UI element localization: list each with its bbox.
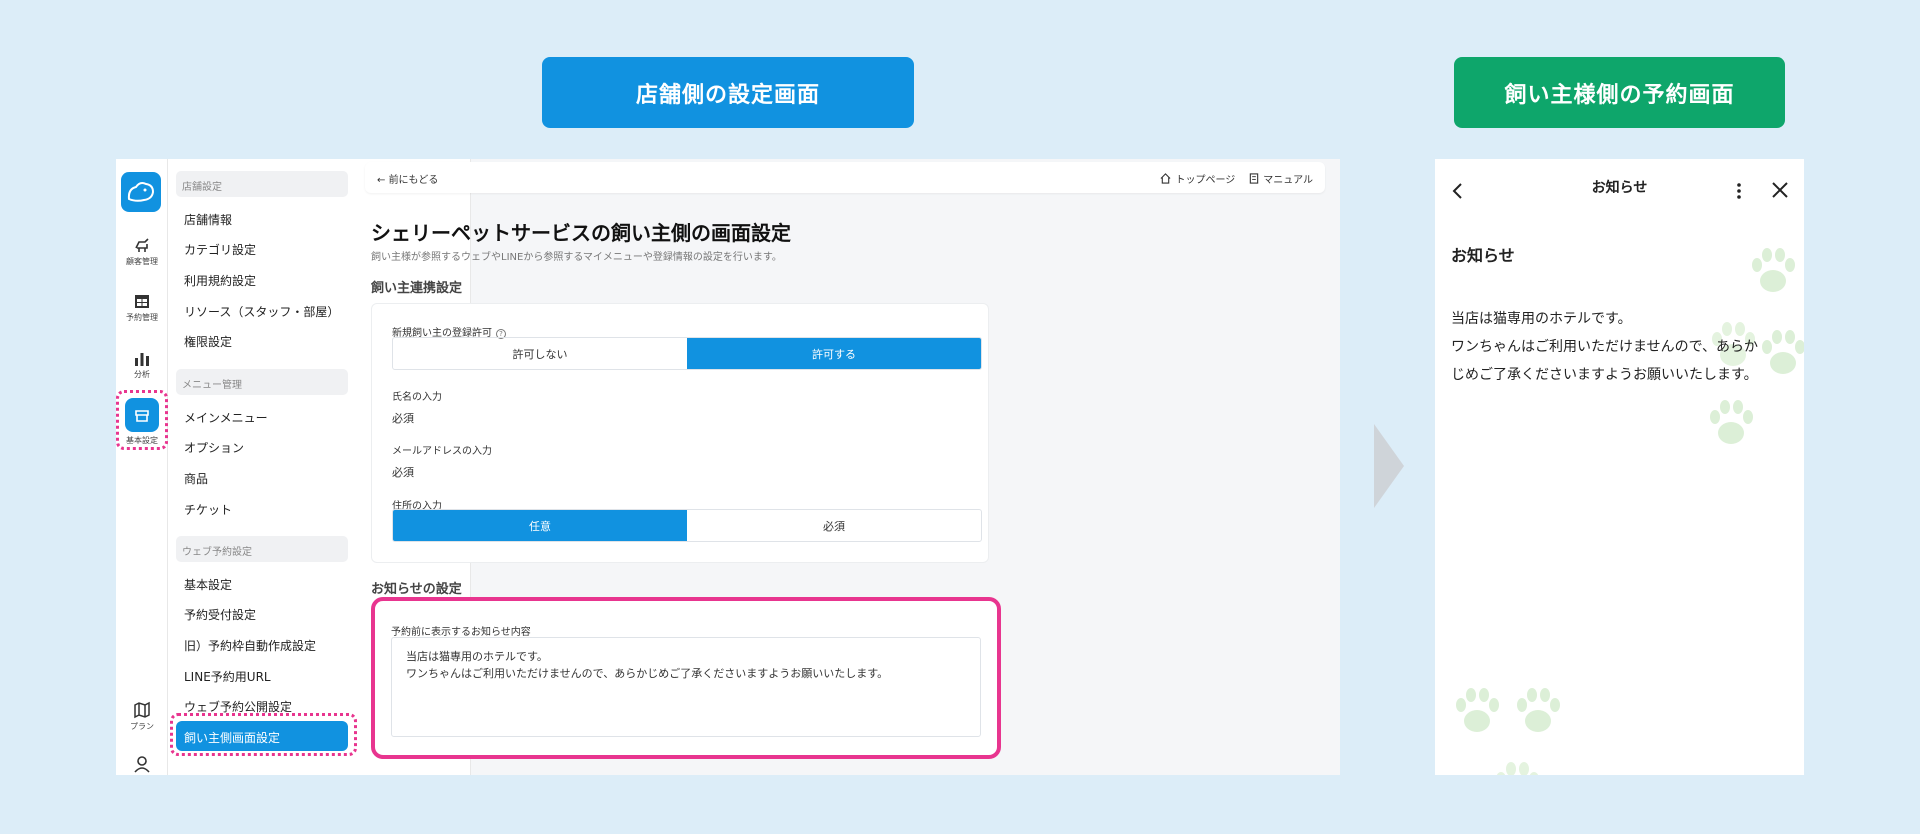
option-disallow[interactable]: 許可しない xyxy=(393,338,687,369)
top-bar: ← 前にもどる トップページ マニュアル xyxy=(365,162,1325,193)
nav-label: プラン xyxy=(130,722,154,731)
menu-item-options[interactable]: オプション xyxy=(184,439,244,456)
nav-label: 顧客管理 xyxy=(126,257,158,266)
menu-section-web-booking: ウェブ予約設定 xyxy=(176,536,348,562)
nav-reservation-management[interactable]: 予約管理 xyxy=(116,292,168,323)
menu-item-basic[interactable]: 基本設定 xyxy=(184,576,232,593)
calendar-icon xyxy=(135,295,149,308)
notice-label: 予約前に表示するお知らせ内容 xyxy=(391,627,531,638)
manual-icon xyxy=(1250,173,1259,184)
back-label: 前にもどる xyxy=(388,175,439,186)
admin-screen: 顧客管理 予約管理 分析 基本設定 プラン 店舗設定 店舗情報 カテゴリ設定 利… xyxy=(116,159,1340,775)
menu-item-store-info[interactable]: 店舗情報 xyxy=(184,211,232,228)
email-label: メールアドレスの入力 xyxy=(392,446,492,457)
paw-icon xyxy=(1752,248,1795,292)
top-page-label: トップページ xyxy=(1175,175,1236,186)
email-value: 必須 xyxy=(392,466,414,479)
menu-item-main-menu[interactable]: メインメニュー xyxy=(184,409,268,426)
paw-icon xyxy=(1517,688,1560,732)
linkage-settings-card: 新規飼い主の登録許可? 許可しない 許可する 氏名の入力 必須 メールアドレスの… xyxy=(371,303,989,563)
page-title: シェリーペットサービスの飼い主側の画面設定 xyxy=(371,221,791,245)
more-vertical-icon[interactable] xyxy=(1735,181,1743,201)
owner-phone-screen: お知らせ お知らせ 当店は猫専用のホテルです。 ワンちゃんはご利用いただけません… xyxy=(1435,159,1804,775)
menu-item-terms[interactable]: 利用規約設定 xyxy=(184,272,256,289)
back-link[interactable]: ← 前にもどる xyxy=(377,171,438,186)
name-value: 必須 xyxy=(392,412,414,425)
menu-item-line-url[interactable]: LINE予約用URL xyxy=(184,668,271,685)
phone-notice-body: 当店は猫専用のホテルです。 ワンちゃんはご利用いただけませんので、あらか じめご… xyxy=(1451,305,1781,389)
notice-settings-card: 予約前に表示するお知らせ内容 当店は猫専用のホテルです。 ワンちゃんはご利用いた… xyxy=(371,597,1001,759)
menu-section-menus: メニュー管理 xyxy=(176,369,348,395)
owner-booking-banner: 飼い主様側の予約画面 xyxy=(1454,57,1785,128)
notice-text-line: 当店は猫専用のホテルです。 xyxy=(406,650,548,663)
phone-notice-heading: お知らせ xyxy=(1451,246,1515,265)
icon-sidebar: 顧客管理 予約管理 分析 基本設定 プラン xyxy=(116,159,168,775)
home-icon xyxy=(1161,173,1171,184)
notice-text-line: じめご了承くださいますようお願いいたします。 xyxy=(1451,367,1758,383)
main-content: ← 前にもどる トップページ マニュアル シェリーペットサービスの飼い主側の画面… xyxy=(361,159,1340,775)
menu-item-products[interactable]: 商品 xyxy=(184,470,208,487)
highlight-owner-screen xyxy=(170,713,357,756)
paw-icon xyxy=(1496,762,1539,775)
dog-logo-icon xyxy=(127,182,155,202)
registration-toggle: 許可しない 許可する xyxy=(392,337,982,370)
nav-label: 分析 xyxy=(134,370,150,379)
paw-icon xyxy=(1710,400,1753,444)
page-description: 飼い主様が参照するウェブやLINEから参照するマイメニューや登録情報の設定を行い… xyxy=(371,252,782,263)
nav-label: 予約管理 xyxy=(126,313,158,322)
menu-item-auto-slot[interactable]: 旧）予約枠自動作成設定 xyxy=(184,637,316,654)
notice-section-title: お知らせの設定 xyxy=(371,582,462,597)
notice-text-line: ワンちゃんはご利用いただけませんので、あらかじめご了承くださいますようお願いいた… xyxy=(406,667,889,680)
menu-item-tickets[interactable]: チケット xyxy=(184,501,232,518)
map-icon xyxy=(134,701,150,719)
close-icon[interactable] xyxy=(1771,181,1789,199)
notice-text-line: 当店は猫専用のホテルです。 xyxy=(1451,311,1632,327)
bar-chart-icon xyxy=(135,353,149,366)
manual-label: マニュアル xyxy=(1263,175,1313,186)
dog-icon xyxy=(135,238,149,252)
arrow-right-icon xyxy=(1374,424,1404,508)
menu-section-store: 店舗設定 xyxy=(176,171,348,197)
phone-header-title: お知らせ xyxy=(1591,180,1648,196)
app-logo[interactable] xyxy=(121,172,161,212)
option-required[interactable]: 必須 xyxy=(687,510,981,541)
phone-header: お知らせ xyxy=(1435,159,1804,223)
nav-account[interactable] xyxy=(116,755,168,775)
manual-link[interactable]: マニュアル xyxy=(1249,171,1313,186)
menu-item-resources[interactable]: リソース（スタッフ・部屋） xyxy=(184,303,339,320)
address-toggle: 任意 必須 xyxy=(392,509,982,542)
menu-item-permissions[interactable]: 権限設定 xyxy=(184,333,232,350)
name-label: 氏名の入力 xyxy=(392,392,442,403)
user-icon xyxy=(134,756,150,773)
paw-icon xyxy=(1456,688,1499,732)
nav-customer-management[interactable]: 顧客管理 xyxy=(116,236,168,267)
linkage-section-title: 飼い主連携設定 xyxy=(371,281,463,296)
store-settings-banner: 店舗側の設定画面 xyxy=(542,57,914,128)
menu-item-category[interactable]: カテゴリ設定 xyxy=(184,241,256,258)
nav-plan[interactable]: プラン xyxy=(116,701,168,732)
option-allow[interactable]: 許可する xyxy=(687,338,981,369)
notice-text-line: ワンちゃんはご利用いただけませんので、あらか xyxy=(1451,339,1759,355)
menu-item-reception[interactable]: 予約受付設定 xyxy=(184,606,256,623)
option-optional[interactable]: 任意 xyxy=(393,510,687,541)
notice-textarea[interactable]: 当店は猫専用のホテルです。 ワンちゃんはご利用いただけませんので、あらかじめご了… xyxy=(391,637,981,737)
highlight-basic-settings xyxy=(116,390,168,450)
nav-analytics[interactable]: 分析 xyxy=(116,349,168,380)
top-page-link[interactable]: トップページ xyxy=(1160,171,1235,186)
